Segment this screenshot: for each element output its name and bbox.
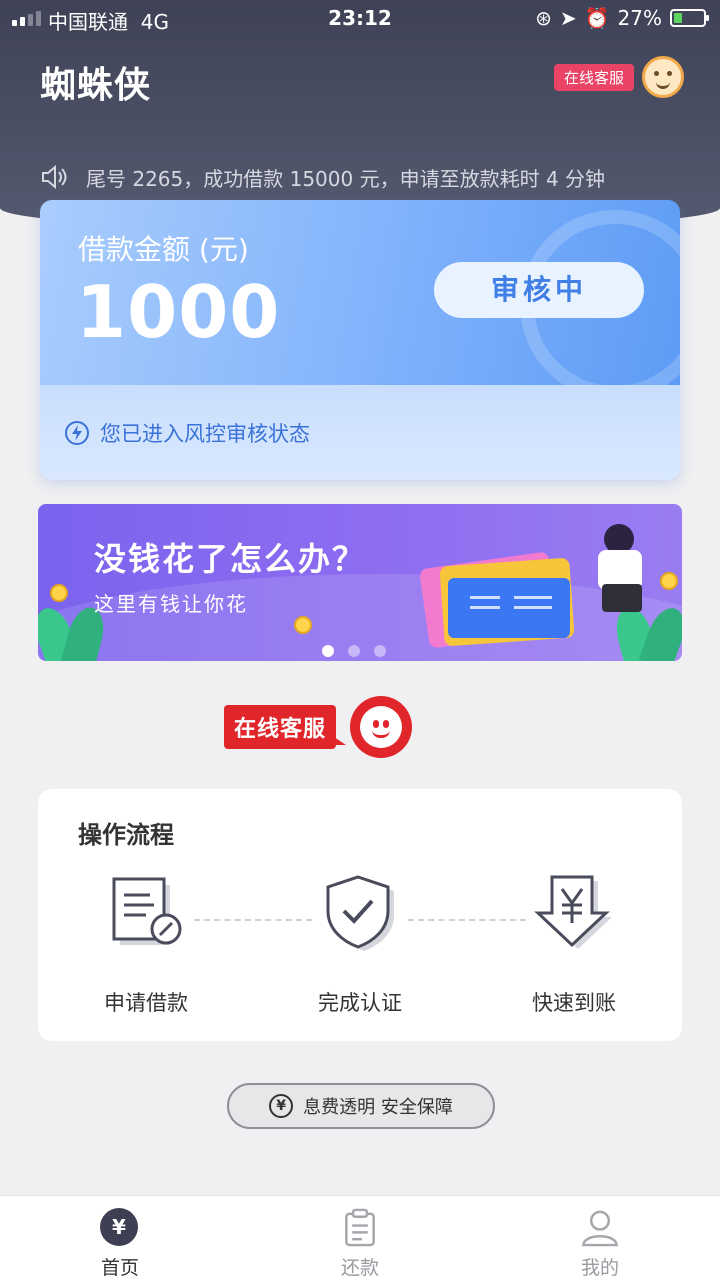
- lock-rotation-icon: ⊛: [535, 6, 552, 30]
- promo-banner[interactable]: 没钱花了怎么办？ 这里有钱让你花: [38, 504, 682, 661]
- step-receive: 快速到账: [494, 873, 654, 1017]
- coin-icon: [660, 572, 678, 590]
- guarantee-text: 息费透明 安全保障: [303, 1097, 453, 1118]
- yen-arrow-down-icon: [534, 875, 612, 949]
- customer-service-icon: [642, 56, 684, 98]
- step-apply: 申请借款: [66, 873, 226, 1017]
- loan-amount-value: 1000: [76, 270, 281, 354]
- status-bar: 中国联通 4G 23:12 ⊛ ➤ ⏰ 27%: [0, 0, 720, 38]
- loan-amount-label: 借款金额 (元): [78, 233, 249, 266]
- battery-percent: 27%: [617, 6, 662, 30]
- app-title: 蜘蛛侠: [40, 65, 152, 106]
- process-card: 操作流程 申请借款 完成认证 快速到账: [38, 789, 682, 1041]
- coin-icon: [50, 584, 68, 602]
- page-dot[interactable]: [374, 645, 386, 657]
- step-label: 完成认证: [318, 991, 402, 1015]
- tab-repay[interactable]: 还款: [240, 1196, 480, 1280]
- online-service-link[interactable]: 在线客服: [224, 696, 413, 758]
- banner-pagination[interactable]: [38, 645, 676, 657]
- page-dot[interactable]: [322, 645, 334, 657]
- guarantee-pill[interactable]: ¥ 息费透明 安全保障: [227, 1083, 495, 1129]
- banner-headline: 没钱花了怎么办？: [94, 540, 367, 578]
- document-edit-icon: [112, 877, 182, 945]
- customer-service-icon: [350, 696, 413, 758]
- page-dot[interactable]: [348, 645, 360, 657]
- tab-label: 我的: [580, 1257, 619, 1279]
- shield-check-icon: [326, 875, 394, 951]
- tab-mine[interactable]: 我的: [480, 1196, 720, 1280]
- bank-card-icon: [448, 578, 570, 638]
- speaker-icon: [42, 164, 67, 190]
- online-service-button[interactable]: 在线客服: [553, 56, 684, 98]
- risk-review-text: 您已进入风控审核状态: [100, 421, 310, 446]
- online-service-badge: 在线客服: [553, 63, 634, 91]
- risk-review-notice: 您已进入风控审核状态: [40, 385, 680, 480]
- notice-text: 尾号 2265，成功借款 15000 元，申请至放款耗时 4 分钟: [86, 166, 606, 191]
- process-title: 操作流程: [78, 821, 174, 849]
- step-verify: 完成认证: [280, 873, 440, 1017]
- person-icon: [582, 1210, 618, 1247]
- lightning-icon: [65, 420, 89, 445]
- loan-card[interactable]: 借款金额 (元) 1000 审核中 您已进入风控审核状态: [40, 200, 680, 480]
- location-icon: ➤: [559, 6, 577, 30]
- alarm-icon: ⏰: [584, 6, 610, 30]
- step-label: 申请借款: [104, 991, 188, 1015]
- banner-subline: 这里有钱让你花: [94, 592, 248, 616]
- girl-illustration: [578, 524, 658, 644]
- battery-icon: [670, 9, 709, 27]
- coin-icon: [294, 616, 312, 634]
- online-service-label: 在线客服: [224, 705, 347, 749]
- review-status-button[interactable]: 审核中: [434, 262, 644, 318]
- tab-label: 还款: [340, 1257, 379, 1279]
- clipboard-icon: [345, 1208, 375, 1247]
- step-label: 快速到账: [532, 991, 616, 1015]
- yen-home-icon: ¥: [100, 1208, 138, 1246]
- notice-bar: 尾号 2265，成功借款 15000 元，申请至放款耗时 4 分钟: [40, 160, 605, 194]
- status-right: ⊛ ➤ ⏰ 27%: [535, 6, 709, 30]
- yen-icon: ¥: [269, 1094, 294, 1118]
- bottom-tab-bar: ¥ 首页 还款 我的: [0, 1195, 720, 1280]
- tab-home[interactable]: ¥ 首页: [0, 1196, 240, 1280]
- tab-label: 首页: [100, 1257, 139, 1279]
